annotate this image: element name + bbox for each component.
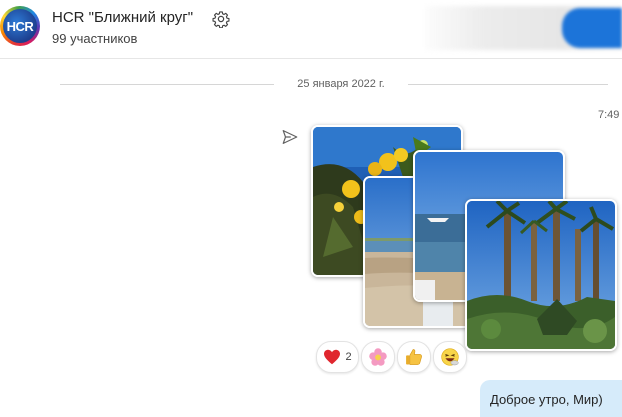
message-bubble[interactable]: Доброе утро, Мир) <box>480 380 622 417</box>
sent-icon <box>282 130 298 144</box>
chat-title[interactable]: HCR "Ближний круг" <box>52 9 193 26</box>
thumbs-up-icon <box>406 349 422 365</box>
message-timestamp: 7:49 <box>598 109 620 121</box>
reaction-thumbs-up[interactable] <box>397 341 431 373</box>
chat-header: HCR HCR "Ближний круг" 99 участников <box>0 0 622 58</box>
photo-palm-trees[interactable] <box>465 199 617 351</box>
reaction-flower[interactable] <box>361 341 395 373</box>
laughing-emoji-icon <box>441 348 459 366</box>
gear-icon[interactable] <box>212 10 230 28</box>
date-separator: 25 января 2022 г. <box>297 78 385 90</box>
heart-reaction-count: 2 <box>345 351 352 363</box>
flower-icon <box>369 348 387 366</box>
group-avatar[interactable]: HCR <box>0 6 40 46</box>
header-divider <box>0 58 622 59</box>
heart-icon <box>324 349 341 365</box>
reaction-laugh[interactable] <box>433 341 467 373</box>
date-separator-line-right <box>408 84 608 85</box>
member-count[interactable]: 99 участников <box>52 31 137 46</box>
blurred-action-button[interactable] <box>562 8 622 48</box>
avatar-text: HCR <box>3 9 37 43</box>
reaction-heart[interactable]: 2 <box>316 341 359 373</box>
date-separator-line-left <box>60 84 274 85</box>
